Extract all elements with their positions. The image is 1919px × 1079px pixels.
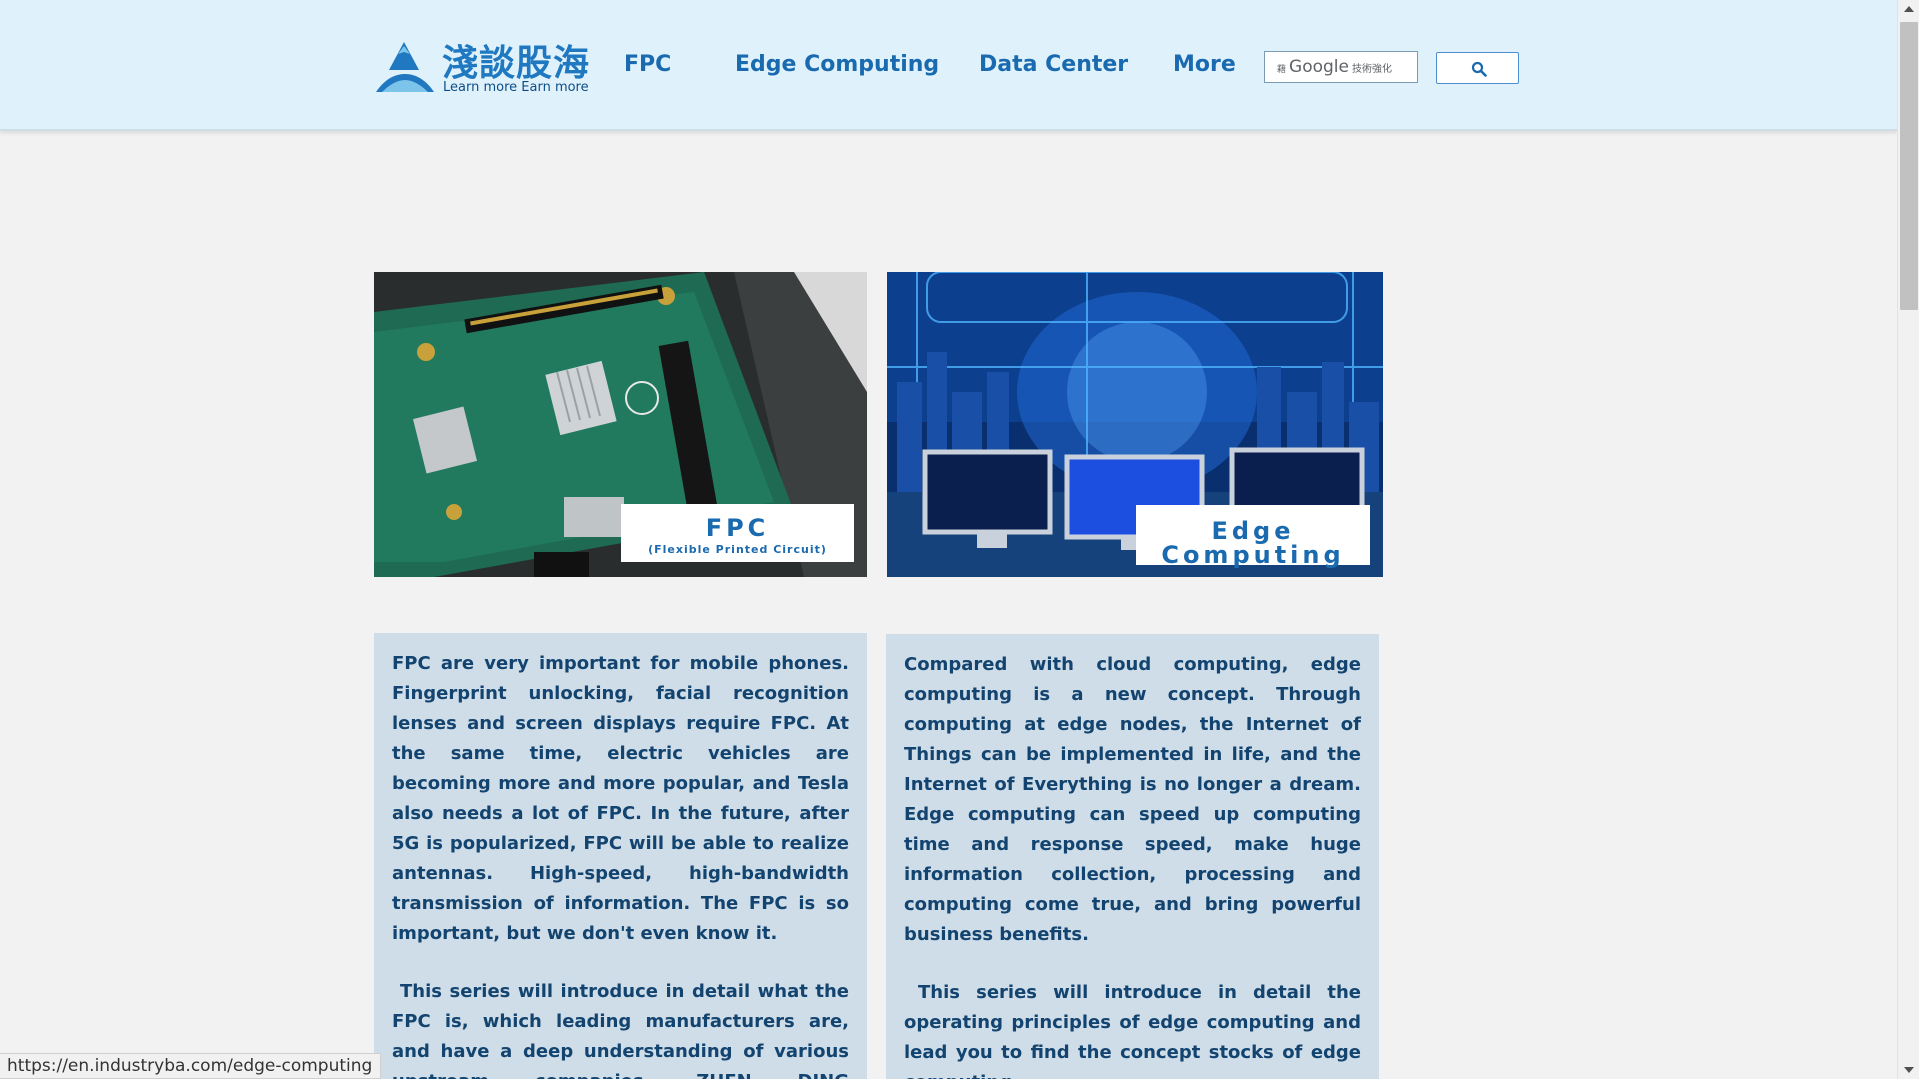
edge-paragraph-2: This series will introduce in detail the… <box>904 982 1361 1079</box>
site-logo[interactable]: 淺談股海 Learn more Earn more <box>374 36 604 98</box>
edge-computing-card-label: Edge Computing <box>1136 505 1370 567</box>
scroll-up-arrow-icon[interactable] <box>1904 6 1914 12</box>
vertical-scrollbar[interactable] <box>1897 0 1919 1079</box>
logo-mountain-icon <box>376 42 434 92</box>
edge-description-panel: Compared with cloud computing, edge comp… <box>886 634 1379 1079</box>
scroll-thumb[interactable] <box>1900 22 1918 310</box>
fpc-paragraph-1: FPC are very important for mobile phones… <box>392 653 849 944</box>
nav-fpc[interactable]: FPC <box>624 52 671 77</box>
edge-paragraph-1: Compared with cloud computing, edge comp… <box>904 654 1361 945</box>
fpc-paragraph-2: This series will introduce in detail wha… <box>392 981 849 1079</box>
site-header: 淺談股海 Learn more Earn more FPC Edge Compu… <box>0 0 1897 131</box>
fpc-card-image[interactable]: FPC (Flexible Printed Circuit) <box>374 272 867 577</box>
fpc-description-panel: FPC are very important for mobile phones… <box>374 633 867 1079</box>
nav-more[interactable]: More <box>1173 52 1236 77</box>
search-watermark: 藉 Google 技術強化 <box>1277 57 1392 77</box>
page: 淺談股海 Learn more Earn more FPC Edge Compu… <box>0 0 1919 1079</box>
search-button[interactable] <box>1436 52 1519 84</box>
fpc-card-label: FPC (Flexible Printed Circuit) <box>621 504 854 562</box>
nav-data-center[interactable]: Data Center <box>979 52 1128 77</box>
nav-edge-computing[interactable]: Edge Computing <box>735 52 939 77</box>
search-magnifier-icon <box>1471 61 1487 77</box>
logo-wordmark: 淺談股海 <box>442 43 591 84</box>
status-bar-url: https://en.industryba.com/edge-computing <box>0 1053 382 1079</box>
search-input[interactable]: 藉 Google 技術強化 <box>1264 51 1418 83</box>
logo-tagline: Learn more Earn more <box>443 80 589 95</box>
edge-computing-card-image[interactable]: Edge Computing <box>887 272 1383 577</box>
scroll-down-arrow-icon[interactable] <box>1904 1067 1914 1073</box>
